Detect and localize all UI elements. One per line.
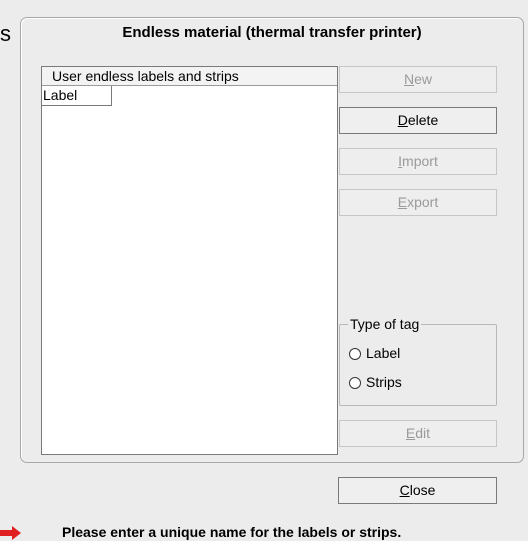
dialog-title: Endless material (thermal transfer print…	[122, 24, 422, 41]
endless-material-group: Endless material (thermal transfer print…	[20, 17, 524, 463]
radio-button-icon[interactable]	[349, 348, 361, 360]
radio-label-option[interactable]: Label	[349, 343, 400, 363]
endless-materials-list[interactable]: User endless labels and strips Label	[41, 66, 338, 455]
list-column-header[interactable]: User endless labels and strips	[42, 67, 337, 86]
clipped-edge-text: s	[0, 22, 11, 46]
edit-button[interactable]: Edit	[339, 420, 497, 447]
radio-strips-text: Strips	[366, 374, 402, 390]
import-button[interactable]: Import	[339, 148, 497, 175]
close-button[interactable]: Close	[338, 477, 497, 504]
arrow-right-icon	[0, 526, 21, 540]
type-of-tag-legend: Type of tag	[348, 316, 422, 332]
delete-button[interactable]: Delete	[339, 107, 497, 134]
radio-label-text: Label	[366, 345, 401, 361]
radio-button-icon[interactable]	[349, 377, 361, 389]
list-item[interactable]: Label	[42, 86, 112, 106]
radio-strips-option[interactable]: Strips	[349, 372, 402, 392]
export-button[interactable]: Export	[339, 189, 497, 216]
new-button[interactable]: New	[339, 66, 497, 93]
type-of-tag-group: Type of tag Label Strips	[339, 316, 497, 406]
status-message: Please enter a unique name for the label…	[62, 524, 402, 540]
